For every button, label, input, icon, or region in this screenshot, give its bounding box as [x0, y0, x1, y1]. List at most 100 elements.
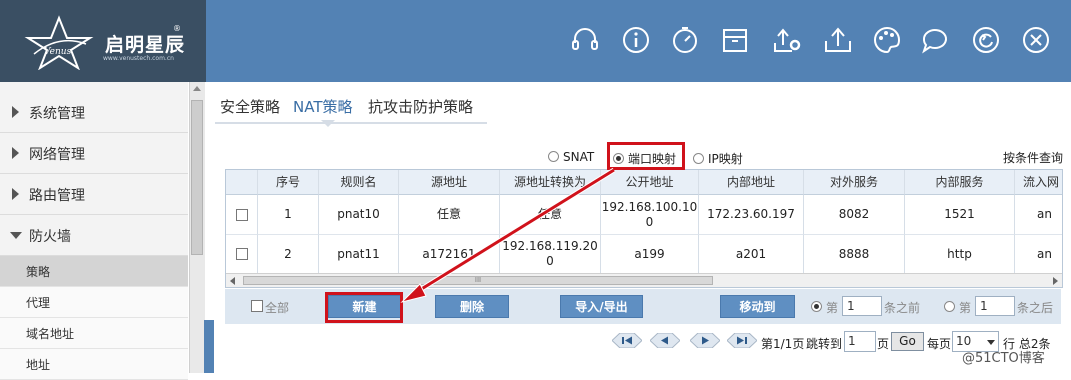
headset-icon[interactable] — [570, 25, 600, 55]
table-cell: pnat11 — [319, 235, 399, 273]
import-export-button[interactable]: 导入/导出 — [560, 295, 643, 318]
row-checkbox[interactable] — [235, 208, 248, 221]
sidebar-subitem-address[interactable]: 地址 — [0, 349, 188, 380]
sidebar-subitem-proxy[interactable]: 代理 — [0, 287, 188, 318]
radio-port-mapping[interactable]: 端口映射 — [613, 150, 676, 167]
table-cell: 172.23.60.197 — [699, 195, 804, 235]
table-cell: 8888 — [804, 235, 905, 273]
logo-mark-text: Venus — [44, 47, 72, 57]
table-cell: an — [1015, 195, 1062, 235]
timer-icon[interactable] — [670, 25, 700, 55]
close-icon[interactable] — [1021, 25, 1051, 55]
radio-snat[interactable]: SNAT — [548, 150, 594, 164]
active-tab-indicator — [321, 120, 335, 127]
table-header: 内部地址 — [699, 170, 804, 195]
nat-rules-table: 序号 规则名 源地址 源地址转换为 公开地址 内部地址 对外服务 内部服务 流入… — [225, 169, 1063, 288]
table-cell: a201 — [699, 235, 804, 273]
chevron-right-icon — [12, 188, 19, 200]
logo-url: www.venustech.com.cn — [103, 55, 174, 62]
go-button[interactable]: Go — [891, 332, 924, 351]
jump-page-input[interactable]: 1 — [844, 331, 876, 352]
table-cell: 任意 — [399, 195, 500, 235]
row-checkbox[interactable] — [235, 248, 248, 260]
before-suffix: 条之前 — [884, 301, 921, 315]
table-cell: pnat10 — [319, 195, 399, 235]
upload-settings-icon[interactable] — [772, 25, 802, 55]
chevron-right-icon — [12, 106, 19, 118]
scrollbar-thumb[interactable] — [191, 100, 203, 255]
sidebar-item-label: 系统管理 — [29, 106, 85, 122]
scroll-left-arrow-icon[interactable] — [230, 277, 235, 285]
table-header: 公开地址 — [601, 170, 699, 195]
sidebar-subitem-label: 策略 — [26, 265, 51, 279]
palette-icon[interactable] — [872, 25, 902, 55]
upload-icon[interactable] — [823, 25, 853, 55]
radio-circle[interactable] — [613, 153, 624, 164]
action-bar: 全部 新建 删除 导入/导出 移动到 第 1 条之前 第 1 条之后 — [225, 289, 1061, 324]
table-cell: 2 — [258, 235, 319, 273]
sidebar-subitem-label: 域名地址 — [26, 327, 75, 341]
cell-line: 0 — [645, 214, 654, 229]
table-cell: 1521 — [905, 195, 1015, 235]
sidebar-item-network[interactable]: 网络管理 — [0, 133, 188, 174]
table-cell-src-translation: 192.168.119.20 0 — [500, 235, 601, 273]
delete-button[interactable]: 删除 — [435, 295, 509, 318]
scrollbar-thumb[interactable]: III — [243, 276, 713, 285]
condition-query-link[interactable]: 按条件查询 — [1003, 149, 1063, 166]
tab-nat-policy[interactable]: NAT策略 — [293, 96, 352, 117]
select-all-label: 全部 — [265, 301, 290, 315]
tab-security-policy[interactable]: 安全策略 — [220, 96, 280, 117]
tab-anti-attack-policy[interactable]: 抗攻击防护策略 — [368, 96, 473, 117]
table-cell: 任意 — [500, 195, 601, 235]
last-page-icon[interactable] — [727, 333, 757, 348]
table-cell: an — [1015, 235, 1062, 273]
venus-star-logo-icon: Venus — [24, 15, 94, 70]
table-header: 序号 — [258, 170, 319, 195]
scroll-right-arrow-icon[interactable] — [1053, 277, 1058, 285]
archive-icon[interactable] — [720, 25, 750, 55]
info-icon[interactable] — [621, 25, 651, 55]
page-unit-label: 页 — [877, 337, 890, 351]
first-page-icon[interactable] — [612, 333, 642, 348]
radio-ip-mapping[interactable]: IP映射 — [693, 150, 743, 167]
header-logo-area: Venus 启明星辰 ® www.venustech.com.cn — [0, 0, 206, 82]
new-button[interactable]: 新建 — [328, 295, 401, 318]
per-page-value: 10 — [956, 334, 972, 348]
jump-to-label: 跳转到 — [806, 337, 843, 351]
radio-circle[interactable] — [693, 153, 704, 164]
chat-icon[interactable] — [920, 25, 950, 55]
sidebar-item-label: 路由管理 — [29, 188, 85, 204]
policy-tabs: 安全策略 NAT策略 抗攻击防护策略 — [215, 96, 487, 124]
sidebar-subitem-policy[interactable]: 策略 — [0, 256, 188, 287]
table-horizontal-scrollbar[interactable]: III — [226, 273, 1062, 287]
table-header-checkbox — [226, 170, 258, 195]
chevron-down-icon — [987, 340, 995, 345]
radio-after[interactable] — [944, 301, 955, 312]
radio-before[interactable] — [811, 301, 822, 312]
radio-circle[interactable] — [548, 151, 559, 162]
sidebar-item-firewall[interactable]: 防火墙 — [0, 215, 188, 256]
radio-label: SNAT — [563, 150, 595, 164]
move-to-button[interactable]: 移动到 — [720, 295, 795, 318]
sidebar-item-system[interactable]: 系统管理 — [0, 92, 188, 133]
scroll-up-arrow-icon[interactable] — [193, 86, 201, 91]
table-cell: 1 — [258, 195, 319, 235]
refresh-icon[interactable] — [971, 25, 1001, 55]
sidebar-subitem-domain-address[interactable]: 域名地址 — [0, 318, 188, 349]
watermark: @51CTO博客 — [962, 351, 1045, 366]
before-position-input[interactable]: 1 — [842, 296, 882, 316]
logo-text: 启明星辰 — [105, 34, 186, 56]
after-position-input[interactable]: 1 — [975, 296, 1015, 316]
previous-page-icon[interactable] — [650, 333, 680, 348]
sidebar-subitem-label: 地址 — [26, 358, 51, 372]
sidebar-item-label: 网络管理 — [29, 147, 85, 163]
chevron-right-icon — [12, 147, 19, 159]
select-all-checkbox[interactable] — [251, 300, 263, 312]
sidebar-item-routing[interactable]: 路由管理 — [0, 174, 188, 215]
table-row-1-checkbox-cell — [226, 195, 258, 235]
radio-label: 端口映射 — [628, 152, 677, 166]
radio-label: IP映射 — [708, 152, 743, 166]
next-page-icon[interactable] — [690, 333, 720, 348]
sidebar-scrollbar[interactable] — [189, 82, 205, 373]
table-cell: http — [905, 235, 1015, 273]
